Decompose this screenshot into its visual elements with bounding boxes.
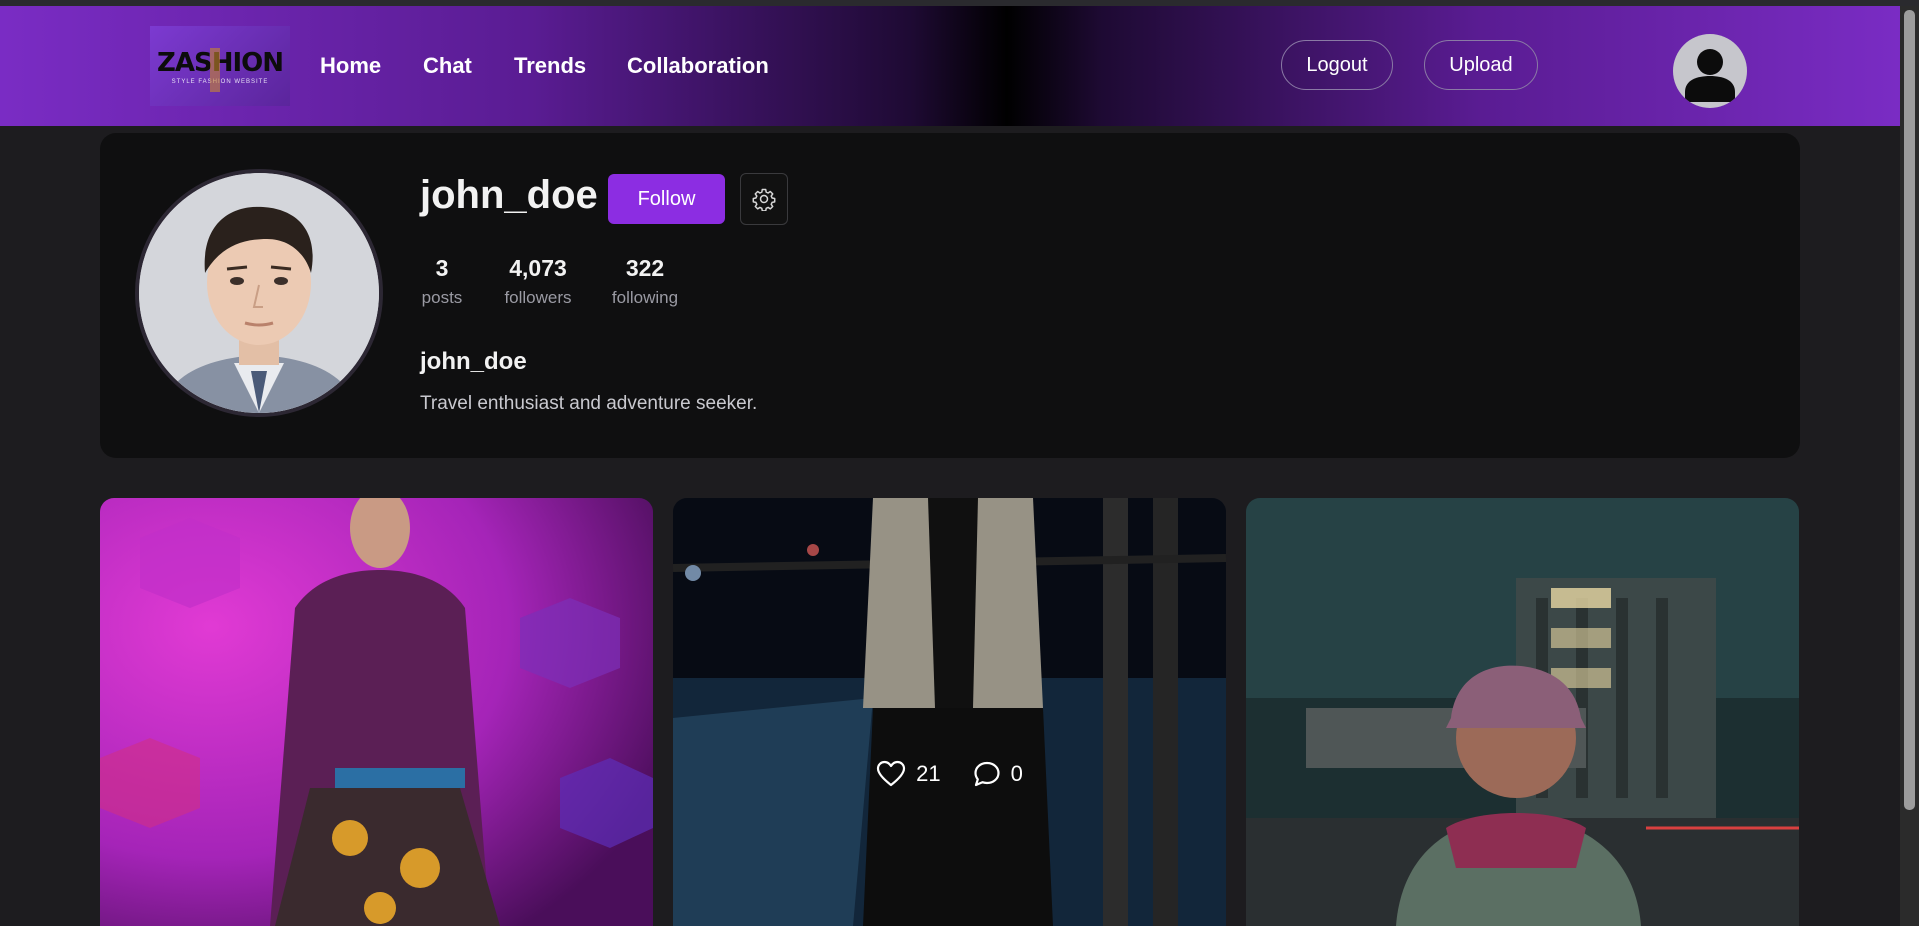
stat-posts-value: 3 [435, 255, 449, 281]
stat-followers-value: 4,073 [509, 255, 567, 281]
upload-button[interactable]: Upload [1424, 40, 1538, 90]
stat-posts-label: posts [421, 288, 463, 307]
profile-photo [135, 169, 383, 417]
gear-icon [752, 188, 776, 211]
stat-posts: 3 posts [420, 255, 464, 308]
profile-username: john_doe [420, 173, 598, 217]
page-scrollbar-thumb[interactable] [1904, 10, 1915, 810]
logo-subtext: STYLE FASHION WEBSITE [171, 78, 269, 85]
nav-collaboration-link[interactable]: Collaboration [627, 52, 769, 80]
top-navbar: ZASHION STYLE FASHION WEBSITE Home Chat … [0, 6, 1900, 126]
logo-text: ZASHION [157, 47, 284, 78]
stat-following-value: 322 [625, 255, 665, 281]
post-likes[interactable]: 21 [876, 760, 941, 788]
post-comments-count: 0 [1010, 761, 1023, 786]
post-card[interactable] [1246, 498, 1799, 926]
comment-icon [974, 761, 1000, 787]
profile-header-card: john_doe Follow 3 posts 4,073 followers … [100, 133, 1800, 458]
post-likes-count: 21 [916, 761, 941, 786]
logo-accent-mark [210, 48, 220, 92]
user-icon [1685, 49, 1735, 102]
profile-bio: Travel enthusiast and adventure seeker. [420, 393, 758, 414]
post-image [1246, 498, 1799, 926]
profile-display-name: john_doe [420, 348, 527, 375]
nav-trends-link[interactable]: Trends [514, 52, 586, 80]
stat-following-label: following [611, 288, 679, 307]
post-image [100, 498, 653, 926]
post-card[interactable] [100, 498, 653, 926]
nav-chat-link[interactable]: Chat [423, 52, 472, 80]
stat-followers[interactable]: 4,073 followers [501, 255, 575, 308]
stat-following[interactable]: 322 following [609, 255, 681, 308]
post-comments[interactable]: 0 [973, 760, 1023, 788]
profile-settings-button[interactable] [740, 173, 788, 225]
stat-followers-label: followers [504, 288, 572, 307]
post-engagement-stats: 21 0 [673, 760, 1226, 788]
follow-button[interactable]: Follow [608, 174, 725, 224]
post-hover-overlay [673, 498, 1226, 926]
nav-home-link[interactable]: Home [320, 52, 381, 80]
site-logo[interactable]: ZASHION STYLE FASHION WEBSITE [150, 26, 290, 106]
post-card-hovered[interactable]: 21 0 [673, 498, 1226, 926]
logout-button[interactable]: Logout [1281, 40, 1393, 90]
user-avatar-button[interactable] [1673, 34, 1747, 108]
heart-icon [877, 760, 906, 787]
